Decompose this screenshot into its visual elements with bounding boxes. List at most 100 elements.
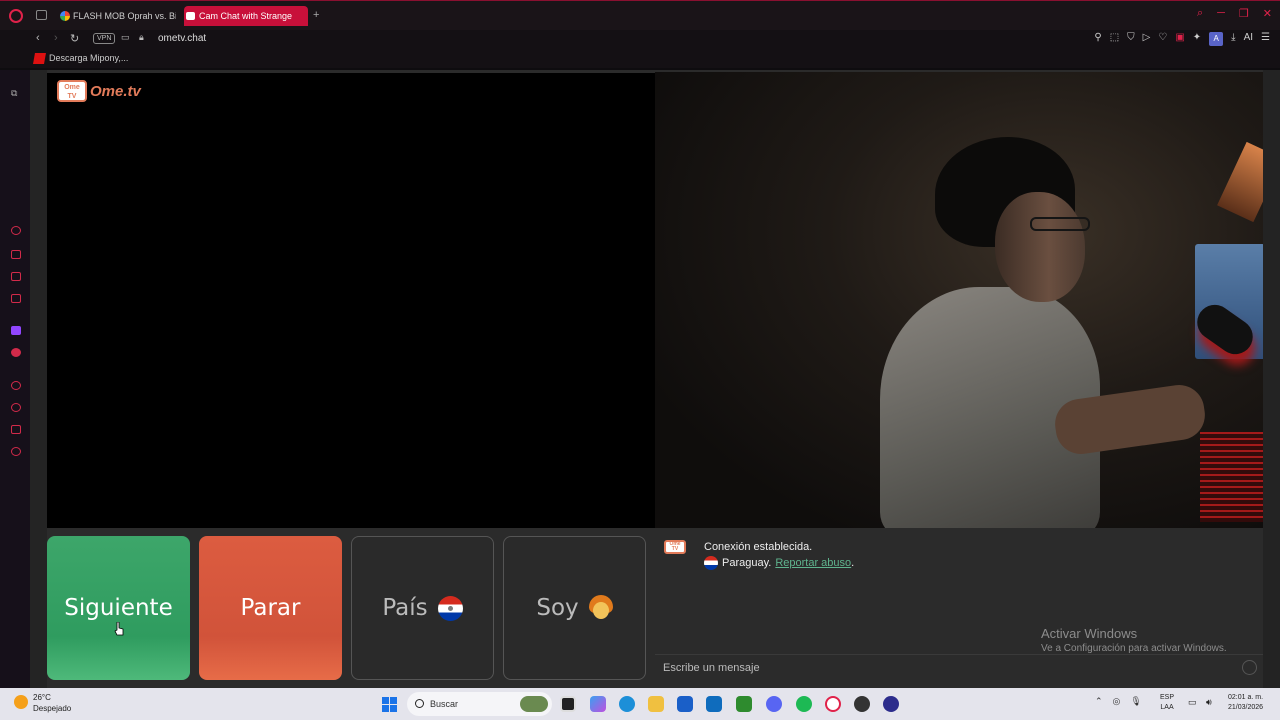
stop-button[interactable]: Parar: [199, 536, 342, 680]
aria-icon[interactable]: [11, 226, 21, 235]
new-tab-plus-icon[interactable]: +: [313, 9, 319, 21]
settings-icon[interactable]: [11, 447, 21, 456]
vpn-badge[interactable]: VPN: [93, 33, 116, 44]
search-icon: [415, 699, 424, 708]
chat-country-message: Paraguay. Reportar abuso.: [704, 556, 854, 570]
puzzle-icon[interactable]: ✦: [1193, 32, 1201, 46]
extensions-icon[interactable]: [11, 425, 21, 434]
task-view-icon[interactable]: [560, 696, 576, 712]
person-face: [995, 192, 1085, 302]
chat-message-input[interactable]: Escribe un mensaje: [655, 654, 1263, 680]
system-tray: ⌃ ◎ 🎙︎: [1095, 696, 1142, 707]
taskbar-search-placeholder: Buscar: [430, 699, 459, 709]
history-icon[interactable]: [11, 403, 21, 412]
weather-widget[interactable]: 26°C Despejado: [14, 692, 71, 714]
lang-top: ESP: [1160, 694, 1175, 701]
bookmark-favicon-icon: [33, 53, 46, 64]
tab-cam-chat[interactable]: Cam Chat with Strange: [184, 6, 308, 26]
tray-expand-icon[interactable]: ⌃: [1095, 696, 1103, 707]
snapshot-icon[interactable]: ⬚: [1110, 32, 1119, 46]
profile-avatar[interactable]: A: [1209, 32, 1224, 46]
google-favicon-icon: [60, 11, 70, 21]
person-avatar-icon: [588, 595, 613, 621]
chat-panel: Ome TV Conexión establecida. Paraguay. R…: [655, 528, 1263, 688]
file-explorer-icon[interactable]: [648, 696, 664, 712]
next-button-label: Siguiente: [64, 595, 173, 621]
play-icon[interactable]: ▷: [1143, 32, 1151, 46]
tab-label: FLASH MOB Oprah vs. Bi: [73, 11, 176, 21]
tab-flash-mob[interactable]: FLASH MOB Oprah vs. Bi: [58, 6, 176, 26]
ometv-favicon-icon: [186, 12, 195, 20]
store-icon[interactable]: [677, 696, 693, 712]
opera-taskbar-icon[interactable]: [825, 696, 841, 712]
volume-icon[interactable]: 🔊︎: [1206, 697, 1212, 708]
popout-icon[interactable]: ⧉: [11, 88, 21, 98]
back-icon[interactable]: ‹: [36, 32, 40, 44]
bookmark-item[interactable]: Descarga Mipony,...: [33, 53, 129, 64]
camera-icon[interactable]: ▭: [121, 32, 130, 43]
opera-menu-icon[interactable]: [9, 9, 23, 23]
stop-button-label: Parar: [240, 595, 301, 621]
player-icon[interactable]: [11, 381, 21, 390]
download-icon[interactable]: ⤓: [1231, 32, 1235, 46]
minecraft-icon[interactable]: [736, 696, 752, 712]
edge-icon[interactable]: [619, 696, 635, 712]
heart-icon[interactable]: ♡: [1158, 32, 1167, 46]
discord-icon[interactable]: [766, 696, 782, 712]
search-tabs-icon[interactable]: ⌕: [1197, 7, 1203, 20]
ometv-page: Ome TV Ome.tv Siguiente Parar País Soy O…: [30, 70, 1280, 688]
emoji-icon[interactable]: [1242, 660, 1257, 675]
maximize-icon[interactable]: ❐: [1239, 7, 1249, 20]
bookmark-label: Descarga Mipony,...: [49, 53, 129, 63]
self-video: [47, 73, 655, 528]
microphone-icon[interactable]: 🎙︎: [1130, 696, 1141, 707]
left-gutter: [30, 70, 47, 688]
app-icon[interactable]: [883, 696, 899, 712]
shield-icon[interactable]: ⛉: [1127, 32, 1135, 46]
person-glasses: [1030, 217, 1090, 231]
network-icon[interactable]: ◎: [1113, 696, 1121, 707]
steam-icon[interactable]: [854, 696, 870, 712]
instagram-icon[interactable]: [11, 294, 21, 303]
copilot-icon[interactable]: [590, 696, 606, 712]
minimize-icon[interactable]: ─: [1217, 7, 1225, 20]
extension-badge-icon[interactable]: ▣: [1175, 32, 1184, 46]
lock-icon[interactable]: 🔒︎: [139, 32, 144, 43]
country-button[interactable]: País: [351, 536, 494, 680]
window-controls: ⌕ ─ ❐ ✕: [1197, 7, 1272, 20]
language-indicator[interactable]: ESP LAA: [1160, 693, 1174, 713]
gender-button[interactable]: Soy: [503, 536, 646, 680]
messenger-icon[interactable]: [11, 272, 21, 281]
next-button[interactable]: Siguiente: [47, 536, 190, 680]
outlook-icon[interactable]: [706, 696, 722, 712]
ometv-logo-text: Ome.tv: [90, 82, 141, 100]
clock-date: 21/03/2026: [1228, 704, 1264, 711]
gender-button-label: Soy: [536, 595, 579, 621]
url-field[interactable]: ometv.chat: [158, 33, 206, 44]
paraguay-flag-icon: [704, 556, 718, 570]
spotify-icon[interactable]: [796, 696, 812, 712]
toolbar-right: ⚲ ⬚ ⛉ ▷ ♡ ▣ ✦ A ⤓ AI ☰: [1094, 32, 1270, 46]
display-icon[interactable]: ▭: [1188, 697, 1197, 708]
music-icon[interactable]: [11, 348, 21, 357]
ometv-logo-box: Ome TV: [57, 80, 87, 102]
reload-icon[interactable]: ↻: [70, 32, 79, 45]
aria-ai-button[interactable]: AI: [1244, 32, 1253, 46]
close-icon[interactable]: ✕: [1263, 7, 1272, 20]
forward-icon[interactable]: ›: [54, 32, 58, 44]
weather-sun-icon: [14, 695, 28, 709]
twitch-icon[interactable]: [11, 326, 21, 335]
right-gutter: [1263, 70, 1280, 688]
workspace-icon[interactable]: [11, 250, 21, 259]
tab-manager-icon[interactable]: [36, 10, 47, 20]
hand-cursor-icon: [114, 622, 124, 636]
report-abuse-link[interactable]: Reportar abuso: [775, 557, 851, 569]
ometv-logo[interactable]: Ome TV Ome.tv: [57, 80, 141, 102]
menu-icon[interactable]: ☰: [1261, 32, 1270, 46]
chat-status-message: Conexión establecida.: [704, 541, 813, 553]
search-highlight-icon[interactable]: [520, 696, 548, 712]
clock[interactable]: 02:01 a. m. 21/03/2026: [1228, 693, 1263, 713]
windows-start-icon[interactable]: [382, 697, 397, 712]
pin-icon[interactable]: ⚲: [1094, 32, 1101, 46]
chat-country: Paraguay.: [722, 557, 772, 569]
